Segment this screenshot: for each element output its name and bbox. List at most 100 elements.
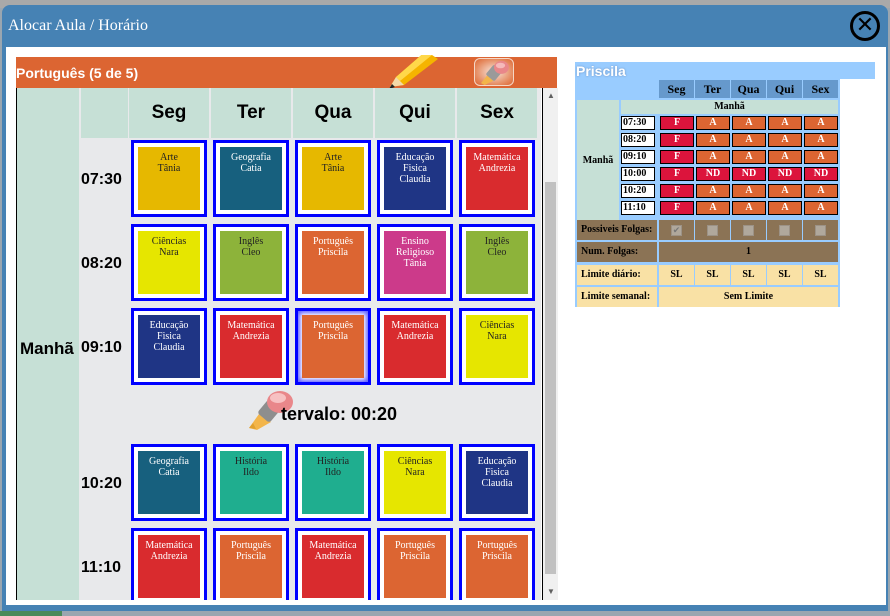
schedule-scroll-area[interactable]: Manhã Seg Ter Qua Qui Sex 07:30 Arte Tânia Geog… xyxy=(16,88,558,600)
lesson-card[interactable]: Ciências Nara xyxy=(466,315,528,378)
lesson-slot[interactable]: Matemática Andrezia xyxy=(295,528,371,600)
scrollbar-thumb[interactable] xyxy=(545,182,556,574)
scroll-down-arrow-icon[interactable]: ▼ xyxy=(545,586,557,598)
availability-cell[interactable]: A xyxy=(732,201,766,215)
lesson-card[interactable]: Geografia Catia xyxy=(220,147,282,210)
availability-cell[interactable]: A xyxy=(768,184,802,198)
lesson-card[interactable]: História Ildo xyxy=(302,451,364,514)
time-header-blank xyxy=(81,88,128,138)
lesson-slot[interactable]: Matemática Andrezia xyxy=(377,308,453,385)
availability-cell[interactable]: ND xyxy=(696,167,730,181)
lesson-card[interactable]: Educação Fisica Claudia xyxy=(138,315,200,378)
availability-cell[interactable]: A xyxy=(804,116,838,130)
availability-cell[interactable]: F xyxy=(660,167,694,181)
availability-cell[interactable]: A xyxy=(696,150,730,164)
lesson-slot[interactable]: Educação Fisica Claudia xyxy=(459,444,535,521)
availability-cell[interactable]: F xyxy=(660,184,694,198)
lesson-slot[interactable]: Português Priscila xyxy=(377,528,453,600)
availability-cell[interactable]: ND xyxy=(804,167,838,181)
lesson-slot[interactable]: Ciências Nara xyxy=(131,224,207,301)
scroll-up-arrow-icon[interactable]: ▲ xyxy=(545,90,557,102)
availability-cell[interactable]: A xyxy=(768,150,802,164)
lesson-slot[interactable]: Português Priscila xyxy=(295,308,371,385)
lesson-card[interactable]: Ciências Nara xyxy=(384,451,446,514)
close-button[interactable]: ✕ xyxy=(850,11,880,41)
lesson-slot[interactable]: Arte Tânia xyxy=(131,140,207,217)
availability-cell[interactable]: A xyxy=(804,150,838,164)
lesson-card[interactable]: Educação Fisica Claudia xyxy=(384,147,446,210)
lesson-slot[interactable]: Matemática Andrezia xyxy=(213,308,289,385)
folga-checkbox-checked[interactable]: ✔ xyxy=(671,224,682,236)
lesson-slot[interactable]: Inglês Cleo xyxy=(459,224,535,301)
lesson-card[interactable]: Arte Tânia xyxy=(138,147,200,210)
lesson-card[interactable]: Geografia Catia xyxy=(138,451,200,514)
availability-cell[interactable]: A xyxy=(732,133,766,147)
lesson-slot[interactable]: Geografia Catia xyxy=(213,140,289,217)
lesson-card[interactable]: Arte Tânia xyxy=(302,147,364,210)
availability-cell[interactable]: A xyxy=(804,184,838,198)
lesson-slot[interactable]: Educação Fisica Claudia xyxy=(131,308,207,385)
lesson-card[interactable]: Educação Fisica Claudia xyxy=(466,451,528,514)
lesson-card[interactable]: Matemática Andrezia xyxy=(220,315,282,378)
lesson-slot[interactable]: Ciências Nara xyxy=(459,308,535,385)
lesson-card[interactable]: Matemática Andrezia xyxy=(138,535,200,598)
lesson-slot[interactable]: Geografia Catia xyxy=(131,444,207,521)
availability-cell[interactable]: A xyxy=(768,201,802,215)
lesson-slot[interactable]: História Ildo xyxy=(295,444,371,521)
lesson-card[interactable]: Ciências Nara xyxy=(138,231,200,294)
time-label: 09:10 xyxy=(81,339,122,356)
availability-cell[interactable]: A xyxy=(696,184,730,198)
lesson-card[interactable]: Inglês Cleo xyxy=(220,231,282,294)
lesson-slot[interactable]: Educação Fisica Claudia xyxy=(377,140,453,217)
folga-checkbox[interactable] xyxy=(815,224,826,236)
lesson-slot[interactable]: Português Priscila xyxy=(459,528,535,600)
availability-cell[interactable]: A xyxy=(696,116,730,130)
lesson-card[interactable]: Português Priscila xyxy=(466,535,528,598)
lesson-card[interactable]: Português Priscila xyxy=(302,231,364,294)
lesson-slot[interactable]: Português Priscila xyxy=(213,528,289,600)
availability-cell[interactable]: A xyxy=(732,150,766,164)
folga-checkbox[interactable] xyxy=(743,224,754,236)
availability-cell[interactable]: A xyxy=(732,184,766,198)
availability-cell[interactable]: A xyxy=(804,201,838,215)
availability-cell[interactable]: A xyxy=(804,133,838,147)
availability-cell[interactable]: A xyxy=(768,133,802,147)
lesson-card[interactable]: Matemática Andrezia xyxy=(466,147,528,210)
lesson-slot[interactable]: Ensino Religioso Tânia xyxy=(377,224,453,301)
lesson-slot[interactable]: Matemática Andrezia xyxy=(459,140,535,217)
lesson-slot[interactable]: Ciências Nara xyxy=(377,444,453,521)
lesson-card[interactable]: Português Priscila xyxy=(384,535,446,598)
availability-cell[interactable]: A xyxy=(696,133,730,147)
lesson-teacher: Priscila xyxy=(318,247,348,258)
lesson-card[interactable]: Inglês Cleo xyxy=(466,231,528,294)
folga-checkbox[interactable] xyxy=(779,224,790,236)
availability-cell[interactable]: F xyxy=(660,133,694,147)
lesson-slot[interactable]: Inglês Cleo xyxy=(213,224,289,301)
availability-cell[interactable]: A xyxy=(732,116,766,130)
vertical-scrollbar[interactable]: ▲ ▼ xyxy=(542,88,558,600)
day-header: Ter xyxy=(211,88,291,138)
availability-cell[interactable]: A xyxy=(696,201,730,215)
availability-cell[interactable]: F xyxy=(660,116,694,130)
lesson-teacher: Andrezia xyxy=(478,163,516,174)
lesson-card[interactable]: Matemática Andrezia xyxy=(302,535,364,598)
availability-cell[interactable]: ND xyxy=(732,167,766,181)
availability-cell[interactable]: ND xyxy=(768,167,802,181)
lesson-card[interactable]: Português Priscila xyxy=(220,535,282,598)
folga-checkbox[interactable] xyxy=(707,224,718,236)
lesson-slot[interactable]: Português Priscila xyxy=(295,224,371,301)
lesson-teacher: Nara xyxy=(159,247,179,258)
lesson-slot[interactable]: Matemática Andrezia xyxy=(131,528,207,600)
lesson-slot[interactable]: História Ildo xyxy=(213,444,289,521)
lesson-card[interactable]: Ensino Religioso Tânia xyxy=(384,231,446,294)
lesson-slot[interactable]: Arte Tânia xyxy=(295,140,371,217)
lesson-card[interactable]: História Ildo xyxy=(220,451,282,514)
pencil-icon[interactable] xyxy=(386,55,446,89)
lesson-card[interactable]: Português Priscila xyxy=(302,315,364,378)
availability-cell[interactable]: F xyxy=(660,150,694,164)
eraser-button[interactable] xyxy=(474,58,514,86)
lesson-card[interactable]: Matemática Andrezia xyxy=(384,315,446,378)
availability-cell[interactable]: A xyxy=(768,116,802,130)
lesson-teacher: Claudia xyxy=(481,478,513,489)
availability-cell[interactable]: F xyxy=(660,201,694,215)
